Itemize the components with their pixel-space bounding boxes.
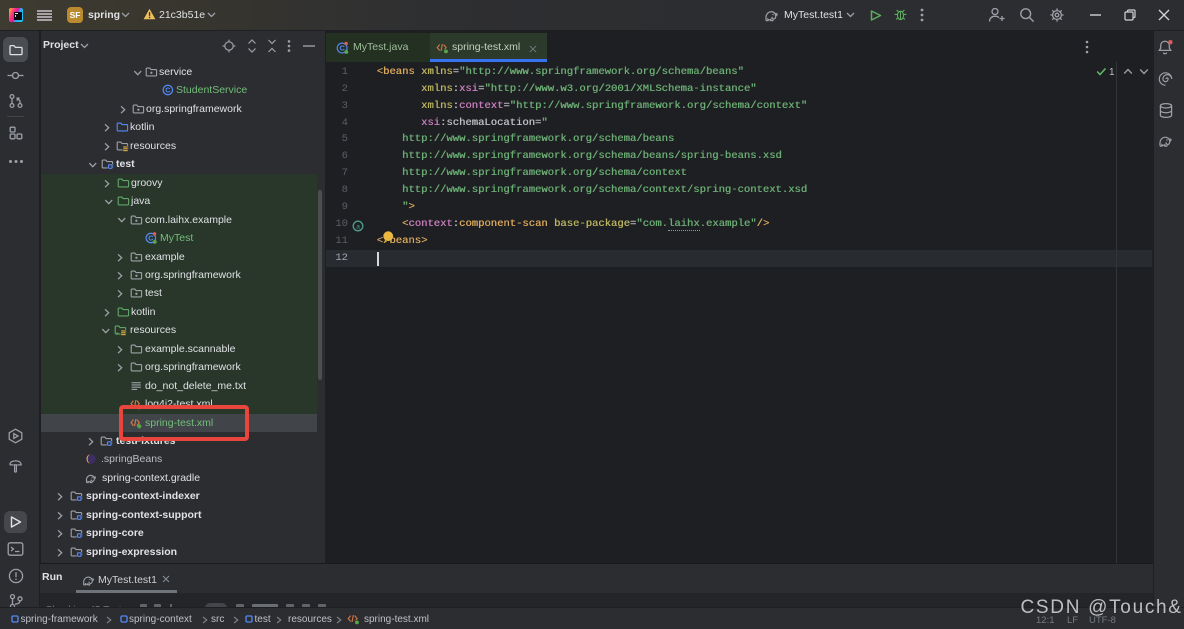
- svg-text:C: C: [339, 44, 345, 53]
- svg-text:C: C: [148, 234, 153, 243]
- svg-text:C: C: [165, 86, 170, 95]
- svg-text:a: a: [356, 223, 360, 230]
